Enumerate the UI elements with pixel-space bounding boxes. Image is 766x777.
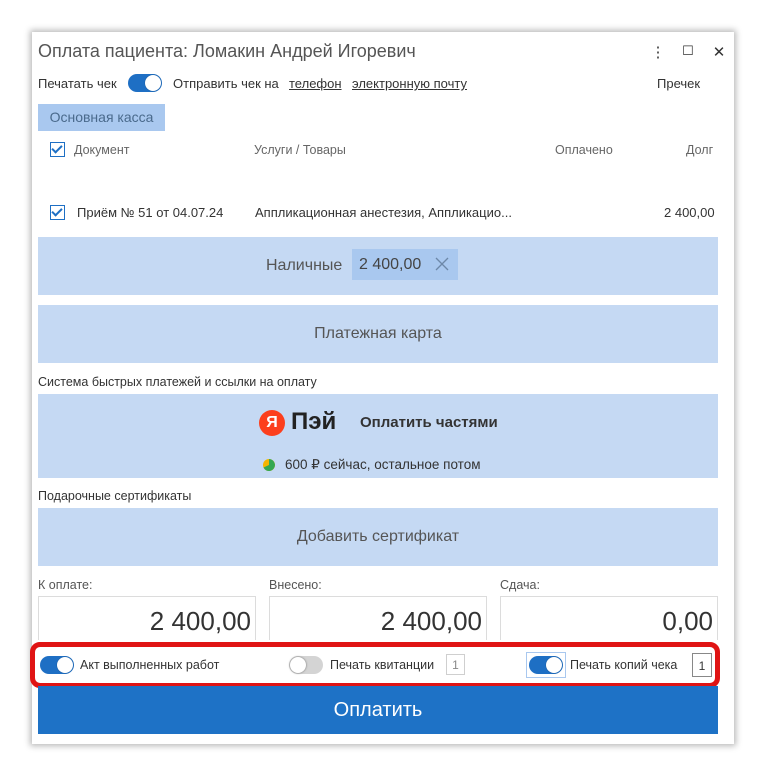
gift-section-label: Подарочные сертификаты — [38, 489, 192, 503]
column-header-debt: Долг — [686, 143, 714, 157]
precheck-button[interactable]: Пречек — [657, 76, 700, 91]
card-label: Платежная карта — [314, 325, 442, 342]
print-receipt-doc-label: Печать квитанции — [330, 658, 435, 672]
sbp-section-label: Система быстрых платежей и ссылки на опл… — [38, 375, 317, 389]
change-label: Сдача: — [500, 578, 540, 592]
toggle-knob — [546, 657, 562, 673]
clear-cash-icon[interactable] — [434, 256, 450, 272]
to-pay-field: 2 400,00 — [38, 596, 256, 640]
print-receipt-toggle[interactable] — [128, 74, 162, 92]
yandex-pay-brand: Пэй — [291, 408, 337, 435]
yandex-logo-icon: Я — [259, 410, 285, 436]
pay-in-parts-note: 600 ₽ сейчас, остальное потом — [285, 457, 481, 472]
yandex-pay-button[interactable]: Я Пэй Оплатить частями 600 ₽ сейчас, ост… — [38, 394, 718, 478]
cash-payment-panel[interactable]: Наличные 2 400,00 — [38, 237, 718, 295]
cash-label: Наличные — [266, 257, 343, 274]
pay-button[interactable]: Оплатить — [38, 686, 718, 734]
paid-label: Внесено: — [269, 578, 322, 592]
print-receipt-label: Печатать чек — [38, 76, 117, 91]
column-header-document: Документ — [74, 143, 130, 157]
act-label: Акт выполненных работ — [80, 658, 220, 672]
toggle-knob — [290, 657, 306, 673]
card-payment-button[interactable]: Платежная карта — [38, 305, 718, 363]
column-header-paid: Оплачено — [555, 143, 613, 157]
email-link[interactable]: электронную почту — [352, 76, 467, 91]
close-icon[interactable]: ✕ — [711, 43, 727, 61]
change-field: 0,00 — [500, 596, 718, 640]
toggle-knob — [57, 657, 73, 673]
table-row[interactable]: Приём № 51 от 04.07.24 Аппликационная ан… — [32, 192, 734, 232]
act-toggle[interactable] — [40, 656, 74, 674]
toggle-knob — [145, 75, 161, 91]
cash-amount-field[interactable]: 2 400,00 — [352, 249, 458, 280]
split-pie-icon — [263, 459, 275, 471]
maximize-icon[interactable]: ☐ — [680, 43, 696, 59]
check-copies-label: Печать копий чека — [570, 658, 678, 672]
row-document: Приём № 51 от 04.07.24 — [77, 205, 224, 220]
check-copies-input[interactable]: 1 — [692, 653, 712, 677]
check-copies-toggle[interactable] — [529, 656, 563, 674]
to-pay-label: К оплате: — [38, 578, 93, 592]
receipt-copies-input[interactable]: 1 — [446, 654, 465, 675]
payment-dialog: Оплата пациента: Ломакин Андрей Игоревич… — [30, 32, 734, 744]
paid-field[interactable]: 2 400,00 — [269, 596, 487, 640]
more-menu-icon[interactable]: ⋮ — [650, 43, 666, 61]
send-receipt-label: Отправить чек на — [173, 76, 279, 91]
tab-main-cashbox[interactable]: Основная касса — [38, 104, 165, 131]
print-receipt-doc-toggle[interactable] — [289, 656, 323, 674]
add-certificate-button[interactable]: Добавить сертификат — [38, 508, 718, 566]
dialog-title: Оплата пациента: Ломакин Андрей Игоревич — [38, 41, 416, 61]
add-certificate-label: Добавить сертификат — [296, 528, 460, 545]
row-services: Аппликационная анестезия, Аппликацио... — [255, 205, 512, 220]
row-checkbox[interactable] — [50, 205, 65, 220]
row-debt: 2 400,00 — [664, 205, 715, 220]
column-header-services: Услуги / Товары — [254, 143, 346, 157]
cash-amount: 2 400,00 — [359, 256, 422, 273]
pay-in-parts-label: Оплатить частями — [360, 414, 498, 431]
phone-link[interactable]: телефон — [289, 76, 342, 91]
select-all-checkbox[interactable] — [50, 142, 65, 157]
